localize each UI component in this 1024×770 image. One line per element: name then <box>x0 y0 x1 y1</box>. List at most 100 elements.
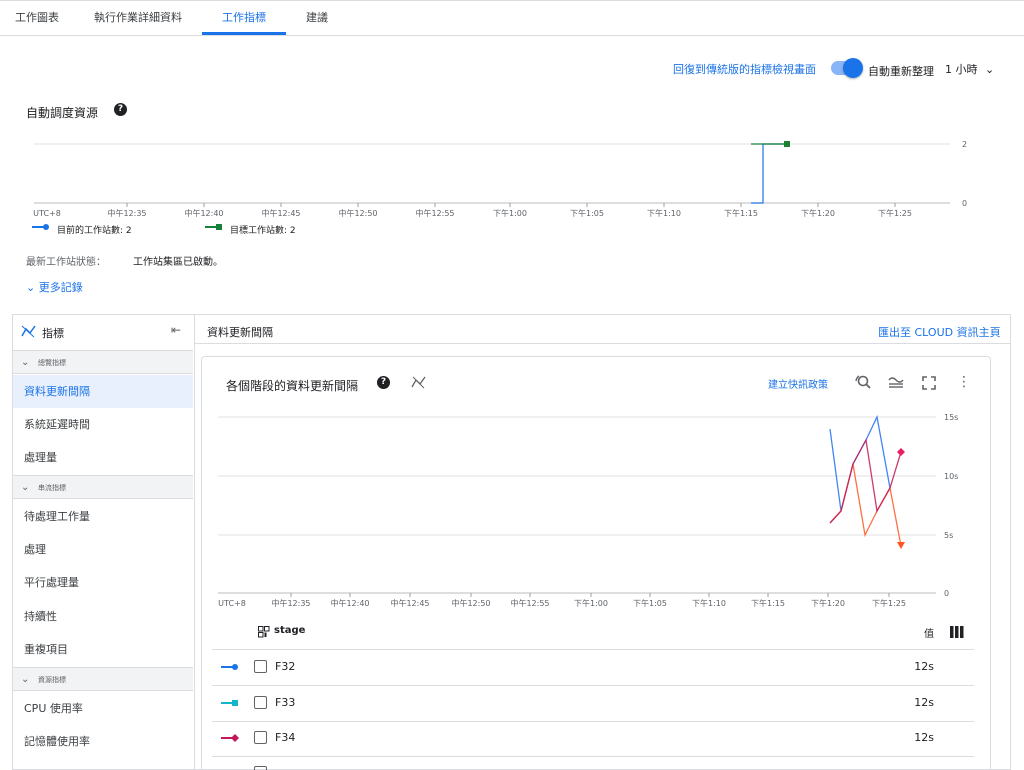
stage-value: 12s <box>914 731 934 744</box>
y-tick-label: 5s <box>944 531 953 540</box>
column-value: 值 <box>924 629 934 640</box>
autoscaling-chart: 2 0 UTC+8 中午12:35 中午12:40 中午12:45 中午12:50 中午1… <box>33 140 967 218</box>
table-row-partial <box>212 758 974 770</box>
collapse-sidebar-icon[interactable]: ⇤ <box>171 323 181 337</box>
x-tick-label: 下午1:15 <box>751 598 785 608</box>
metrics-chart-icon <box>21 325 36 338</box>
x-tick-label: UTC+8 <box>33 209 61 218</box>
row-checkbox[interactable] <box>254 731 267 744</box>
x-tick-label: 中午12:50 <box>338 208 377 218</box>
y-tick: 0 <box>962 199 967 208</box>
x-tick-label: 下午1:05 <box>570 208 604 218</box>
x-tick-label: 下午1:20 <box>811 598 845 608</box>
more-vert-icon[interactable]: ⋮ <box>957 373 971 391</box>
autoscaling-title: 自動調度資源 <box>26 106 99 120</box>
x-tick-label: 下午1:10 <box>692 598 726 608</box>
x-tick-label: 下午1:20 <box>801 208 835 218</box>
x-tick-label: 中午12:50 <box>451 598 490 608</box>
target-workers-point <box>784 141 790 147</box>
tab-job-graph[interactable]: 工作圖表 <box>0 1 74 35</box>
series-f34-legend-icon <box>221 734 239 742</box>
auto-refresh-toggle[interactable] <box>831 58 863 78</box>
legend-target-workers: 目標工作站數: 2 <box>230 226 296 236</box>
series-f33-point <box>897 542 905 549</box>
legend-current-workers: 目前的工作站數: 2 <box>57 226 132 236</box>
tab-bar: 工作圖表 執行作業詳細資料 工作指標 建議 <box>0 0 1024 36</box>
table-row: F34 12s <box>212 721 974 757</box>
sidebar-group-overview[interactable]: ⌄ 總覽指標 <box>13 350 193 374</box>
x-tick-label: 下午1:15 <box>724 208 758 218</box>
more-logs-link[interactable]: ⌄ 更多記錄 <box>26 279 83 295</box>
column-picker-icon[interactable] <box>950 626 964 638</box>
y-tick-label: 15s <box>944 413 958 422</box>
time-range-select[interactable]: 1 小時 ⌄ <box>945 61 994 77</box>
row-checkbox[interactable] <box>254 660 267 673</box>
toggle-knob <box>843 58 863 78</box>
y-tick-label: 0 <box>944 589 949 598</box>
table-row: F32 12s <box>212 650 974 686</box>
explore-chart-icon[interactable] <box>411 375 427 389</box>
fullscreen-icon[interactable] <box>922 376 936 390</box>
chevron-down-icon: ⌄ <box>26 281 36 294</box>
x-tick-label: 下午1:00 <box>574 598 608 608</box>
x-tick-label: 中午12:40 <box>184 208 223 218</box>
x-tick-label: 中午12:45 <box>261 208 300 218</box>
tab-recommendations[interactable]: 建議 <box>286 1 348 35</box>
worker-status-label: 最新工作站狀態： <box>26 257 106 268</box>
tab-execution-details[interactable]: 執行作業詳細資料 <box>74 1 202 35</box>
x-tick-label: UTC+8 <box>218 599 246 608</box>
x-tick-label: 中午12:55 <box>415 208 454 218</box>
create-alert-link[interactable]: 建立快訊政策 <box>768 376 828 391</box>
x-tick-label: 下午1:10 <box>647 208 681 218</box>
freshness-chart: 15s 10s 5s 0 UTC+8 中午12:35 中午12:40 中午12:45 中午12… <box>218 413 958 608</box>
stage-value: 12s <box>914 660 934 673</box>
column-stage: stage <box>274 625 306 636</box>
divider <box>194 343 1011 344</box>
auto-refresh-label: 自動重新整理 <box>868 65 934 78</box>
group-by-icon[interactable] <box>258 626 270 638</box>
series-f32-line <box>829 414 891 512</box>
stage-name: F33 <box>275 696 296 709</box>
worker-status-value: 工作站集區已啟動。 <box>133 257 223 268</box>
x-tick-label: 下午1:05 <box>633 598 667 608</box>
x-tick-label: 中午12:55 <box>510 598 549 608</box>
stage-name: F34 <box>275 731 296 744</box>
series-f34-line <box>829 437 902 524</box>
sidebar-item-cpu-utilization[interactable]: CPU 使用率 <box>13 692 193 725</box>
y-tick-label: 10s <box>944 472 958 481</box>
y-tick: 2 <box>962 140 967 149</box>
current-workers-legend-icon <box>32 224 49 230</box>
chevron-down-icon: ⌄ <box>21 674 30 685</box>
series-legend-icon <box>221 766 241 770</box>
help-icon[interactable]: ? <box>114 103 127 116</box>
chevron-down-icon: ⌄ <box>21 357 30 368</box>
sidebar-item-memory-utilization[interactable]: 記憶體使用率 <box>13 725 193 758</box>
x-tick-label: 中午12:45 <box>390 598 429 608</box>
sidebar-item-duplicates[interactable]: 重複項目 <box>13 633 193 666</box>
current-workers-line <box>751 143 787 204</box>
stage-name: F32 <box>275 660 296 673</box>
sidebar-header: 指標 <box>42 327 64 340</box>
x-tick-label: 中午12:40 <box>330 598 369 608</box>
time-range-value: 1 小時 <box>945 63 978 76</box>
x-tick-label: 下午1:25 <box>872 598 906 608</box>
zoom-reset-icon[interactable] <box>854 374 872 390</box>
series-f34-point <box>897 448 905 456</box>
tab-job-metrics[interactable]: 工作指標 <box>202 1 286 35</box>
legend-toggle-icon[interactable] <box>887 375 905 389</box>
table-row: F33 12s <box>212 686 974 722</box>
help-icon[interactable]: ? <box>377 376 390 389</box>
table-header: stage 值 <box>212 614 974 650</box>
target-workers-legend-icon <box>205 224 222 230</box>
sidebar-group-resources[interactable]: ⌄ 資源指標 <box>13 667 193 691</box>
card-title: 各個階段的資料更新間隔 <box>226 379 359 393</box>
series-f32-legend-icon <box>221 664 238 670</box>
legacy-metrics-link[interactable]: 回復到傳統版的指標檢視畫面 <box>673 61 816 77</box>
row-checkbox[interactable] <box>254 766 267 770</box>
export-dashboard-link[interactable]: 匯出至 CLOUD 資訊主頁 <box>878 324 1001 340</box>
x-tick-label: 中午12:35 <box>271 598 310 608</box>
more-logs-label: 更多記錄 <box>38 281 83 294</box>
row-checkbox[interactable] <box>254 696 267 709</box>
main-header: 資料更新間隔 <box>207 326 273 339</box>
x-tick-label: 下午1:25 <box>878 208 912 218</box>
